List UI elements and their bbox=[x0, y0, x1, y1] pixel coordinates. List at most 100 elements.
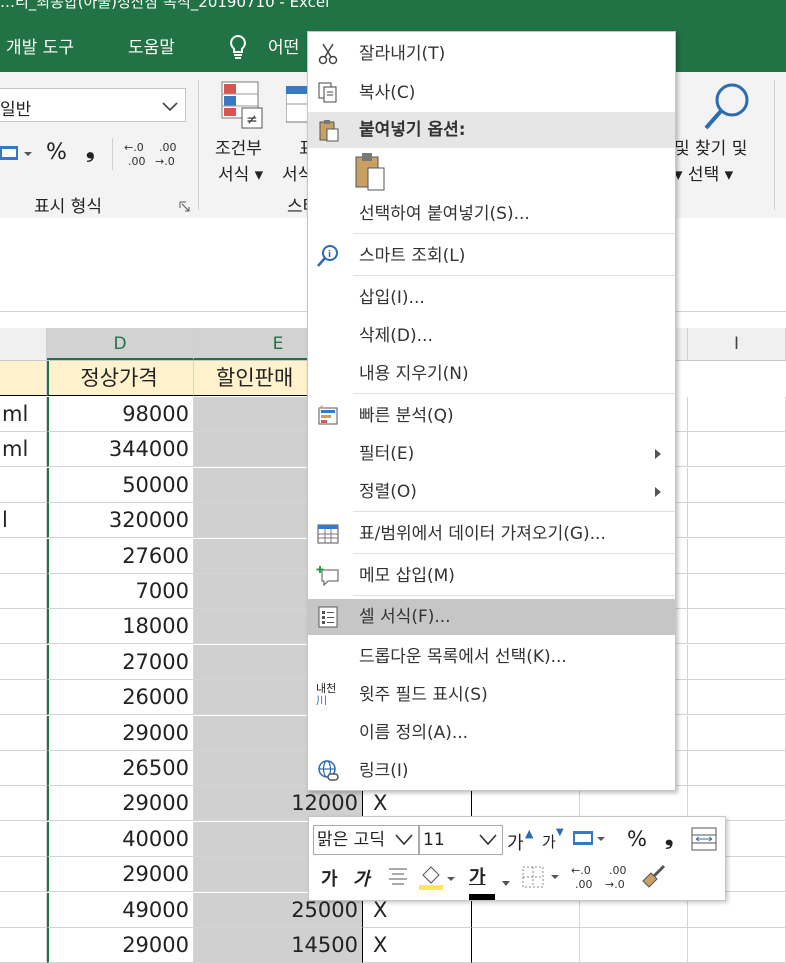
menu-item-sort[interactable]: 정렬(O) bbox=[308, 474, 675, 510]
menu-item-show-phonetic[interactable]: 내천 川 윗주 필드 표시(S) bbox=[308, 677, 675, 713]
magnifier-icon[interactable] bbox=[702, 80, 752, 136]
cell-item[interactable] bbox=[0, 680, 47, 715]
format-painter-icon[interactable] bbox=[639, 863, 667, 895]
conditional-formatting-label-2[interactable]: 서식 ▾ bbox=[218, 160, 263, 185]
menu-item-get-data-from-table[interactable]: 표/범위에서 데이터 가져오기(G)... bbox=[308, 516, 675, 552]
cell-regular-price[interactable]: 26500 bbox=[47, 751, 194, 786]
chevron-down-icon[interactable] bbox=[501, 873, 511, 892]
column-header-i[interactable]: I bbox=[688, 328, 786, 360]
comma-style-button[interactable]: ❟ bbox=[665, 825, 673, 850]
percent-style-button[interactable]: % bbox=[46, 140, 67, 165]
cell-item[interactable]: ml bbox=[0, 397, 47, 432]
cell-item[interactable] bbox=[0, 609, 47, 644]
cell[interactable] bbox=[688, 680, 786, 715]
cell[interactable] bbox=[688, 574, 786, 609]
chevron-down-icon[interactable] bbox=[161, 97, 179, 115]
column-header-c[interactable] bbox=[0, 328, 47, 360]
cell[interactable] bbox=[688, 432, 786, 467]
percent-style-button[interactable]: % bbox=[627, 827, 647, 851]
conditional-formatting-label[interactable]: 조건부 bbox=[215, 134, 262, 159]
cell[interactable] bbox=[688, 928, 786, 963]
cell-regular-price[interactable]: 27000 bbox=[47, 645, 194, 680]
cell-regular-price[interactable]: 49000 bbox=[47, 893, 194, 928]
increase-decimal-icon[interactable]: ←.0.00 bbox=[122, 140, 152, 174]
cell-item[interactable] bbox=[0, 857, 47, 892]
cell[interactable] bbox=[0, 361, 47, 396]
grow-font-button[interactable]: 가 bbox=[507, 829, 524, 855]
italic-button[interactable]: 가 bbox=[353, 865, 370, 891]
cell-item[interactable] bbox=[0, 468, 47, 503]
shrink-font-button[interactable]: 가 bbox=[542, 831, 556, 852]
tab-help[interactable]: 도움말 bbox=[128, 33, 175, 58]
menu-item-define-name[interactable]: 이름 정의(A)... bbox=[308, 715, 675, 751]
menu-item-paste-special[interactable]: 선택하여 붙여넣기(S)... bbox=[308, 196, 675, 232]
bold-button[interactable]: 가 bbox=[321, 865, 338, 891]
header-cell-regular-price[interactable]: 정상가격 bbox=[47, 361, 194, 396]
cell-regular-price[interactable]: 29000 bbox=[47, 857, 194, 892]
menu-item-copy[interactable]: 복사(C) bbox=[308, 75, 675, 111]
menu-item-link[interactable]: 링크(I) bbox=[308, 753, 675, 789]
cell-regular-price[interactable]: 50000 bbox=[47, 468, 194, 503]
decrease-decimal-icon[interactable]: .00 →.0 bbox=[155, 140, 185, 174]
column-header-d[interactable]: D bbox=[47, 328, 194, 360]
cell[interactable] bbox=[580, 928, 688, 963]
comma-style-button[interactable]: ❟ bbox=[86, 138, 95, 163]
cell[interactable] bbox=[472, 928, 580, 963]
number-format-combo[interactable]: 일반 bbox=[0, 88, 186, 122]
find-select-label[interactable]: 및 찾기 및 bbox=[674, 134, 747, 159]
cell-regular-price[interactable]: 27600 bbox=[47, 539, 194, 574]
cell[interactable] bbox=[688, 645, 786, 680]
menu-item-quick-analysis[interactable]: 빠른 분석(Q) bbox=[308, 398, 675, 434]
cell-item[interactable] bbox=[0, 928, 47, 963]
dialog-launcher-icon[interactable] bbox=[179, 198, 191, 217]
cell[interactable] bbox=[688, 751, 786, 786]
find-select-label-2[interactable]: ▾ 선택 ▾ bbox=[674, 160, 733, 185]
menu-item-pick-from-dropdown[interactable]: 드롭다운 목록에서 선택(K)... bbox=[308, 639, 675, 675]
menu-item-insert[interactable]: 삽입(I)... bbox=[308, 280, 675, 316]
menu-item-delete[interactable]: 삭제(D)... bbox=[308, 318, 675, 354]
cell[interactable] bbox=[688, 716, 786, 751]
cell[interactable] bbox=[688, 609, 786, 644]
cell[interactable] bbox=[688, 503, 786, 538]
cell-flag[interactable]: X bbox=[363, 928, 472, 963]
cell-sale-price[interactable]: 14500 bbox=[194, 928, 363, 963]
cell-regular-price[interactable]: 18000 bbox=[47, 609, 194, 644]
cell-item[interactable] bbox=[0, 822, 47, 857]
format-as-table-icon[interactable] bbox=[285, 85, 309, 134]
cell-item[interactable]: ml bbox=[0, 432, 47, 467]
cell-item[interactable]: l bbox=[0, 503, 47, 538]
cell[interactable] bbox=[688, 397, 786, 432]
cell-regular-price[interactable]: 29000 bbox=[47, 928, 194, 963]
chevron-down-icon[interactable] bbox=[393, 831, 415, 853]
cell-regular-price[interactable]: 98000 bbox=[47, 397, 194, 432]
accounting-format-icon[interactable] bbox=[573, 829, 609, 855]
cell-regular-price[interactable]: 320000 bbox=[47, 503, 194, 538]
cell-item[interactable] bbox=[0, 751, 47, 786]
lightbulb-icon[interactable] bbox=[228, 34, 248, 64]
menu-item-filter[interactable]: 필터(E) bbox=[308, 436, 675, 472]
cell-regular-price[interactable]: 344000 bbox=[47, 432, 194, 467]
cell[interactable] bbox=[688, 468, 786, 503]
cell[interactable] bbox=[688, 539, 786, 574]
decrease-decimal-icon[interactable]: .00 →.0 bbox=[605, 863, 635, 897]
merge-center-icon[interactable] bbox=[691, 827, 717, 855]
increase-decimal-icon[interactable]: ←.0.00 bbox=[571, 863, 601, 897]
cell-regular-price[interactable]: 29000 bbox=[47, 786, 194, 821]
fill-color-icon[interactable] bbox=[417, 861, 457, 895]
accounting-format-icon[interactable] bbox=[0, 142, 36, 170]
cell-regular-price[interactable]: 26000 bbox=[47, 680, 194, 715]
menu-item-insert-comment[interactable]: 메모 삽입(M) bbox=[308, 558, 675, 594]
tab-developer[interactable]: 개발 도구 bbox=[6, 33, 74, 58]
cell-item[interactable] bbox=[0, 645, 47, 680]
cell-item[interactable] bbox=[0, 893, 47, 928]
cell-item[interactable] bbox=[0, 539, 47, 574]
menu-item-clear-contents[interactable]: 내용 지우기(N) bbox=[308, 356, 675, 392]
borders-icon[interactable] bbox=[521, 865, 565, 895]
menu-item-cut[interactable]: 잘라내기(T) bbox=[308, 36, 675, 72]
menu-item-format-cells[interactable]: 셀 서식(F)... bbox=[308, 599, 675, 635]
cell-item[interactable] bbox=[0, 786, 47, 821]
cell-regular-price[interactable]: 29000 bbox=[47, 716, 194, 751]
chevron-down-icon[interactable] bbox=[477, 831, 499, 853]
paste-button[interactable] bbox=[308, 150, 675, 194]
align-center-icon[interactable] bbox=[387, 865, 409, 893]
